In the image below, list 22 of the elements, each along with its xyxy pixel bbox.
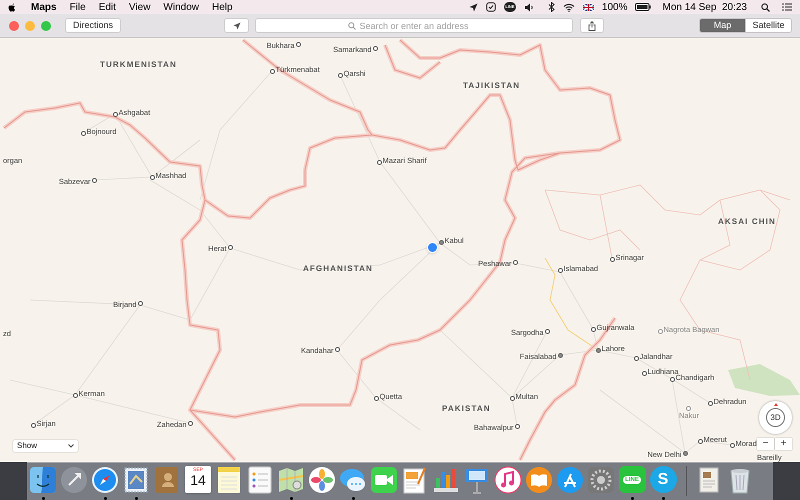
country-label: AKSAI CHIN	[718, 218, 776, 226]
map-type-tab[interactable]: Satellite	[745, 19, 791, 32]
country-label: PAKISTAN	[442, 405, 491, 413]
country-label: AFGHANISTAN	[303, 265, 373, 273]
menu-item[interactable]: Edit	[98, 0, 116, 14]
search-field[interactable]: Search or enter an address	[255, 18, 573, 33]
app-menu[interactable]: Maps	[31, 0, 57, 14]
country-label: TAJIKISTAN	[463, 82, 520, 90]
menu-item[interactable]: Help	[212, 0, 233, 14]
zoom-in-button[interactable]: +	[775, 438, 792, 450]
menu-clock[interactable]: Mon 14 Sep 20:23	[662, 0, 747, 14]
calendar-day: 14	[190, 473, 206, 487]
menu-item[interactable]: Window	[163, 0, 199, 14]
zoom-out-button[interactable]: −	[757, 438, 774, 450]
directions-button[interactable]: Directions	[65, 18, 121, 33]
menu-item[interactable]: File	[70, 0, 86, 14]
show-dropdown[interactable]: Show	[13, 440, 78, 452]
logo-letter: S	[658, 472, 668, 488]
menu-item[interactable]: View	[128, 0, 150, 14]
battery-percentage: 100%	[602, 0, 628, 14]
country-label: TURKMENISTAN	[100, 61, 177, 69]
map-type-tab[interactable]: Map	[700, 19, 745, 32]
